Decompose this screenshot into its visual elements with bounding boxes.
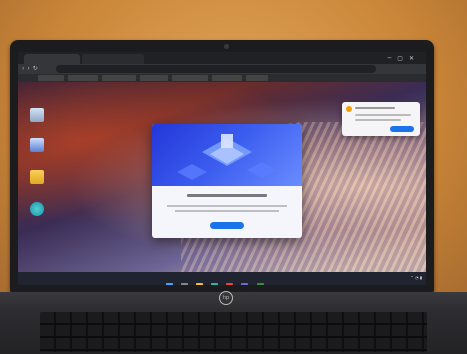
chrome-icon[interactable] <box>226 283 234 285</box>
edge-icon <box>30 202 44 216</box>
search-icon[interactable] <box>181 283 189 285</box>
app-icon[interactable] <box>256 283 264 285</box>
browser-tab[interactable] <box>82 54 144 64</box>
setup-dialog <box>152 124 302 238</box>
desktop-icon-recycle-bin[interactable] <box>28 108 46 122</box>
browser-address-bar: ‹›↻ <box>18 64 426 74</box>
desktop-icon-folder[interactable] <box>28 170 46 184</box>
keyboard-key-rows <box>40 312 427 352</box>
bookmark-item[interactable] <box>140 75 168 81</box>
dialog-body-blur <box>162 204 292 212</box>
notification-title-blur <box>355 107 395 109</box>
notification-text-blur <box>355 119 401 121</box>
laptop-screen: ─▢✕ ‹›↻ ⌃ ◔ ▮ <box>18 52 426 285</box>
bookmark-item[interactable] <box>102 75 136 81</box>
start-icon[interactable] <box>166 283 173 285</box>
desktop-icon-app[interactable] <box>28 138 46 152</box>
app-icon <box>30 138 44 152</box>
bookmark-item[interactable] <box>68 75 98 81</box>
dialog-hero-illustration <box>152 124 302 186</box>
taskbar-pinned-icons <box>166 275 267 285</box>
notification-action-button[interactable] <box>390 126 414 132</box>
bookmark-item[interactable] <box>38 75 64 81</box>
hp-logo: hp <box>219 291 233 305</box>
bookmark-item[interactable] <box>212 75 242 81</box>
folder-icon[interactable] <box>196 283 204 285</box>
webcam <box>224 44 229 49</box>
windows-taskbar: ⌃ ◔ ▮ <box>18 272 426 285</box>
notification-app-icon <box>346 106 352 112</box>
url-input[interactable] <box>56 65 376 73</box>
isometric-illustration <box>177 134 277 180</box>
window-controls[interactable]: ─▢✕ <box>388 55 420 62</box>
browser-tab-active[interactable] <box>24 54 80 64</box>
notification-text-blur <box>355 114 411 116</box>
dialog-primary-button[interactable] <box>210 222 244 229</box>
browser-tab-strip: ─▢✕ <box>18 52 426 64</box>
system-tray[interactable]: ⌃ ◔ ▮ <box>410 275 422 280</box>
folder-icon <box>30 170 44 184</box>
notification-toast[interactable] <box>342 102 420 136</box>
bookmarks-bar <box>18 74 426 82</box>
recycle-bin-icon <box>30 108 44 122</box>
desktop-icon-edge[interactable] <box>28 202 46 216</box>
nav-buttons[interactable]: ‹›↻ <box>22 65 41 72</box>
app-icon[interactable] <box>241 283 249 285</box>
bookmark-item[interactable] <box>172 75 208 81</box>
edge-icon[interactable] <box>211 283 219 285</box>
dialog-title-blur <box>158 194 296 197</box>
bookmark-item[interactable] <box>246 75 268 81</box>
